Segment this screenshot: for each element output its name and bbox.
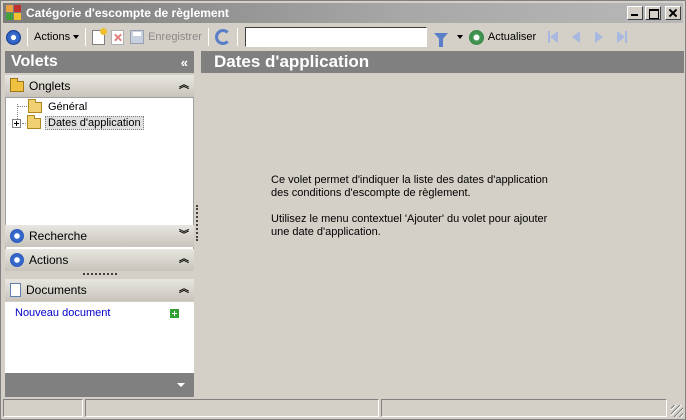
chevron-down-icon [73, 35, 80, 39]
app-window: Catégorie d'escompte de règlement Action… [0, 0, 686, 420]
section-onglets[interactable]: Onglets ︽ [5, 75, 194, 97]
volets-title: Volets [11, 53, 58, 70]
actions-section-icon [10, 253, 24, 267]
save-label: Enregistrer [148, 31, 202, 43]
refresh-button[interactable]: Actualiser [466, 26, 539, 48]
save-icon [130, 30, 145, 44]
description: Ce volet permet d'indiquer la liste des … [271, 174, 561, 252]
chevron-down-icon[interactable]: ︾ [179, 231, 189, 241]
resize-grip[interactable] [83, 273, 117, 276]
section-recherche-label: Recherche [29, 229, 88, 243]
window-resize-grip[interactable] [671, 405, 683, 417]
page-title: Dates d'application [214, 52, 370, 71]
expand-icon[interactable] [12, 118, 21, 128]
title-bar[interactable]: Catégorie d'escompte de règlement [3, 3, 683, 23]
refresh-label: Actualiser [487, 31, 537, 43]
tree-item-label: Général [48, 101, 88, 113]
section-recherche[interactable]: Recherche ︾ [5, 225, 194, 247]
options-icon [6, 29, 21, 45]
close-button[interactable] [665, 6, 681, 20]
sync-button[interactable] [212, 26, 234, 48]
first-record-button[interactable] [544, 28, 562, 46]
filter-button[interactable] [427, 26, 451, 48]
toolbar-separator [27, 28, 28, 46]
filter-dropdown-button[interactable] [451, 26, 466, 48]
previous-icon [572, 31, 581, 43]
toolbar: Actions Enregistrer Actualiser [3, 25, 683, 49]
maximize-button[interactable] [645, 6, 661, 20]
actions-menu-button[interactable]: Actions [31, 26, 82, 48]
toolbar-separator [207, 28, 209, 46]
section-documents[interactable]: Documents ︽ [5, 279, 194, 301]
next-icon [595, 31, 604, 43]
actions-menu-label: Actions [34, 31, 71, 43]
section-documents-label: Documents [26, 283, 87, 297]
chevron-up-icon[interactable]: ︽ [179, 255, 189, 265]
left-panel: Volets « Onglets ︽ Général Dates d'appli… [5, 51, 194, 399]
new-button[interactable] [89, 26, 108, 48]
options-button[interactable] [3, 26, 24, 48]
status-bar [3, 399, 683, 417]
collapse-panel-icon[interactable]: « [181, 55, 188, 70]
chevron-down-icon[interactable] [177, 383, 185, 387]
chevron-up-icon[interactable]: ︽ [179, 81, 189, 91]
tree-item-dates-application[interactable]: Dates d'application [12, 114, 144, 131]
panel-footer[interactable] [5, 373, 194, 397]
status-cell [85, 399, 379, 417]
tree-item-general[interactable]: Général [28, 98, 89, 115]
toolbar-separator [85, 28, 87, 46]
next-record-button[interactable] [590, 28, 608, 46]
main-header: Dates d'application [201, 51, 684, 73]
app-logo-icon [6, 5, 22, 21]
panel-splitter[interactable] [196, 205, 198, 241]
search-section-icon [10, 229, 24, 243]
new-document-link[interactable]: Nouveau document [15, 307, 110, 319]
last-icon [617, 31, 626, 43]
section-onglets-label: Onglets [29, 79, 71, 93]
delete-button[interactable] [108, 26, 127, 48]
description-text-2: Utilisez le menu contextuel 'Ajouter' du… [271, 213, 548, 238]
minimize-button[interactable] [627, 6, 643, 20]
previous-record-button[interactable] [567, 28, 585, 46]
documents-area: Nouveau document [5, 302, 194, 373]
new-document-icon [92, 27, 108, 45]
add-icon[interactable] [170, 309, 179, 318]
status-cell [3, 399, 83, 417]
description-text-1: Ce volet permet d'indiquer la liste des … [271, 174, 548, 199]
delete-icon [111, 29, 125, 45]
section-actions-label: Actions [29, 253, 69, 267]
folder-icon [28, 98, 42, 113]
filter-icon [433, 33, 448, 47]
document-icon [10, 283, 21, 297]
volets-header: Volets « [5, 51, 194, 73]
toolbar-separator [236, 28, 238, 46]
search-field[interactable] [244, 27, 427, 47]
status-cell [381, 399, 667, 417]
sync-icon [214, 29, 231, 45]
folder-icon [10, 77, 24, 92]
save-button[interactable]: Enregistrer [127, 26, 205, 48]
section-actions[interactable]: Actions ︽ [5, 249, 194, 271]
chevron-down-icon [456, 35, 463, 39]
refresh-icon [468, 29, 484, 45]
chevron-up-icon[interactable]: ︽ [179, 285, 189, 295]
open-folder-icon [27, 114, 41, 129]
search-input[interactable] [245, 28, 426, 46]
last-record-button[interactable] [613, 28, 631, 46]
tree-item-label: Dates d'application [45, 116, 144, 130]
window-title: Catégorie d'escompte de règlement [26, 6, 229, 20]
